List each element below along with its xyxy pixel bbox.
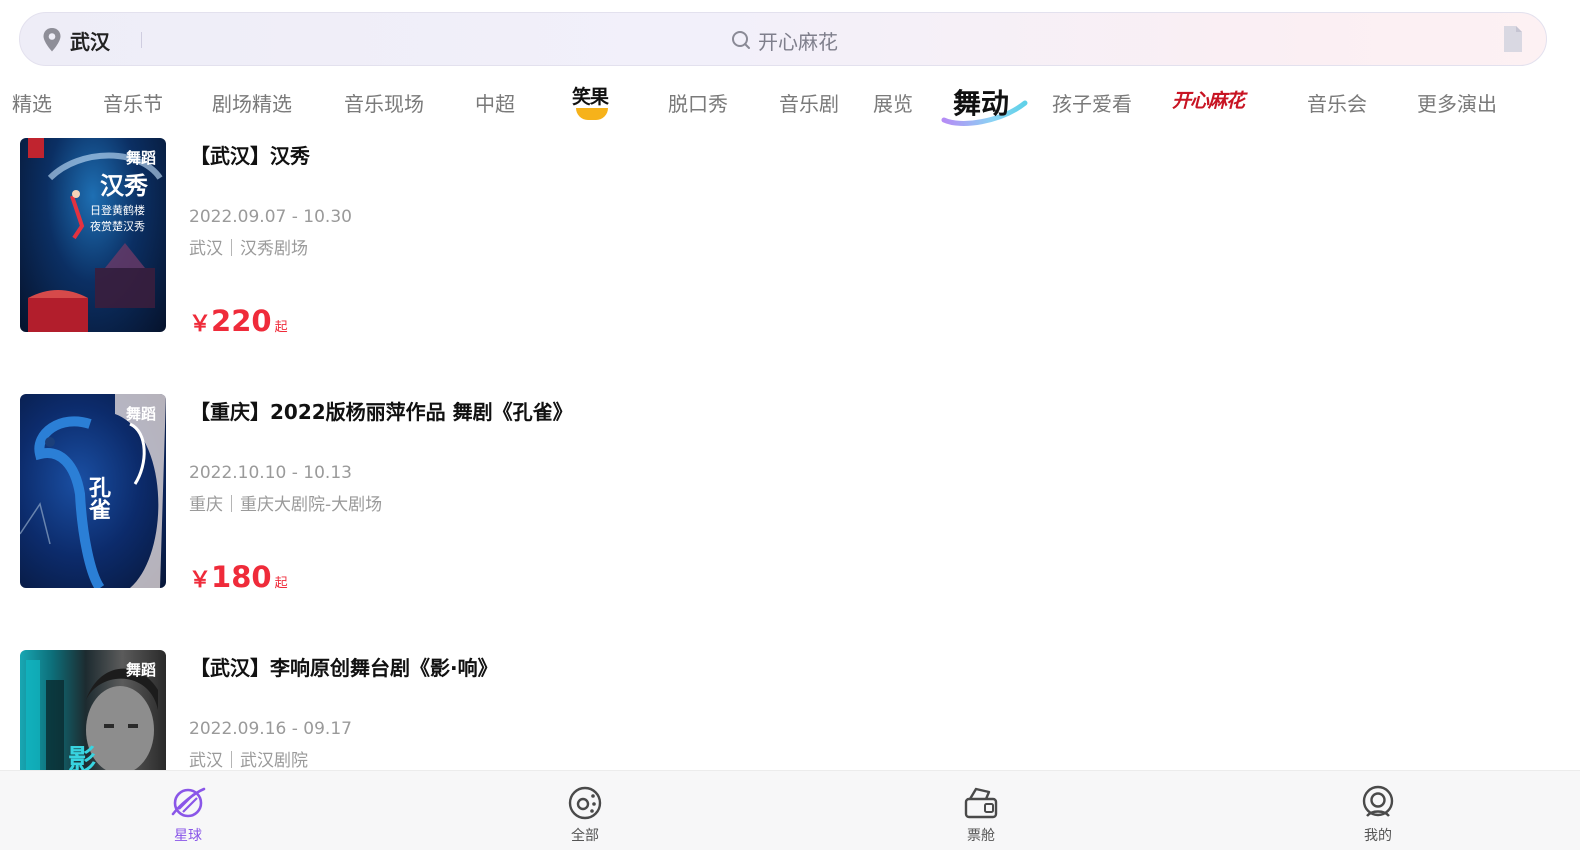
poster-title: 孔雀	[85, 476, 111, 520]
tab-more-shows[interactable]: 更多演出	[1417, 88, 1497, 117]
poster-title: 汉秀	[100, 171, 148, 200]
nav-ticket-box[interactable]: 票舱	[941, 783, 1021, 845]
tab-selected[interactable]: 精选	[12, 88, 52, 117]
tab-xiaoguo-logo[interactable]: 笑果	[572, 82, 614, 122]
event-title: 【武汉】汉秀	[190, 144, 310, 168]
bottom-nav: 星球 全部 票舱 我的	[0, 770, 1580, 850]
event-title: 【重庆】2022版杨丽萍作品 舞剧《孔雀》	[190, 400, 573, 424]
price-value: 180	[211, 560, 272, 594]
location-pin-icon	[43, 28, 61, 52]
nav-planet[interactable]: 星球	[148, 783, 228, 845]
event-venue: 武汉｜武汉剧院	[189, 751, 308, 770]
category-tabs: 精选 音乐节 剧场精选 音乐现场 中超 笑果 脱口秀 音乐剧 展览 舞动 孩子爱…	[0, 74, 1580, 130]
tab-theater[interactable]: 剧场精选	[212, 88, 292, 117]
list-item[interactable]: 舞蹈 汉秀 日登黄鹤楼 夜赏楚汉秀 【武汉】汉秀 2022.09.07 - 10…	[20, 130, 1560, 370]
category-tag: 舞蹈	[125, 149, 156, 167]
poster-title: 影	[68, 743, 97, 770]
ticket-box-icon	[964, 787, 998, 819]
tab-kaixin-logo[interactable]: 开心麻花	[1172, 86, 1245, 113]
xiaoguo-logo-text: 笑果	[572, 86, 609, 108]
xiaoguo-smile-icon	[576, 108, 608, 120]
nav-label: 星球	[174, 828, 202, 844]
event-date: 2022.09.07 - 10.30	[189, 207, 352, 227]
event-date: 2022.10.10 - 10.13	[189, 463, 352, 483]
nav-label: 全部	[571, 828, 599, 844]
search-icon	[732, 31, 750, 49]
event-venue: 武汉｜汉秀剧场	[189, 239, 308, 259]
search-input[interactable]: 开心麻花	[730, 25, 838, 55]
nav-profile[interactable]: 我的	[1338, 783, 1418, 845]
event-poster: 舞蹈 汉秀 日登黄鹤楼 夜赏楚汉秀	[20, 138, 166, 332]
price-value: 220	[211, 304, 272, 338]
nav-label: 我的	[1364, 828, 1392, 844]
category-tag: 舞蹈	[125, 661, 156, 679]
profile-icon	[1362, 785, 1394, 817]
price-suffix: 起	[274, 576, 288, 591]
search-bar[interactable]: 武汉 开心麻花	[19, 12, 1547, 66]
event-title: 【武汉】李响原创舞台剧《影·响》	[190, 656, 498, 680]
tab-music-festival[interactable]: 音乐节	[103, 88, 163, 117]
event-poster: 舞蹈 孔雀	[20, 394, 166, 588]
tab-live-music[interactable]: 音乐现场	[344, 88, 424, 117]
document-icon[interactable]	[1502, 25, 1524, 53]
location-selector[interactable]: 武汉	[42, 26, 110, 54]
price-symbol: ￥	[189, 312, 212, 337]
planet-icon	[171, 787, 206, 818]
tab-exhibition[interactable]: 展览	[873, 88, 913, 117]
divider	[141, 32, 142, 48]
event-list: 舞蹈 汉秀 日登黄鹤楼 夜赏楚汉秀 【武汉】汉秀 2022.09.07 - 10…	[0, 130, 1580, 770]
list-item[interactable]: 舞蹈 孔雀 【重庆】2022版杨丽萍作品 舞剧《孔雀》 2022.10.10 -…	[20, 386, 1560, 626]
search-placeholder: 开心麻花	[758, 29, 838, 54]
wudong-logo-text: 舞动	[953, 87, 1010, 120]
poster-caption: 日登黄鹤楼	[90, 204, 145, 217]
tab-musical[interactable]: 音乐剧	[779, 88, 839, 117]
event-price: ￥ 220 起	[189, 304, 288, 338]
nav-all[interactable]: 全部	[545, 783, 625, 845]
nav-label: 票舱	[967, 828, 995, 844]
tab-concert[interactable]: 音乐会	[1307, 88, 1367, 117]
tab-standup[interactable]: 脱口秀	[668, 88, 728, 117]
disc-icon	[568, 786, 602, 820]
event-date: 2022.09.16 - 09.17	[189, 719, 352, 739]
event-poster: 舞蹈 影	[20, 650, 166, 770]
poster-caption: 夜赏楚汉秀	[90, 220, 145, 233]
price-symbol: ￥	[189, 568, 212, 593]
tab-wudong-active[interactable]: 舞动	[941, 80, 1029, 128]
price-suffix: 起	[274, 320, 288, 335]
event-venue: 重庆｜重庆大剧院-大剧场	[189, 495, 383, 515]
location-label: 武汉	[70, 29, 110, 54]
list-item[interactable]: 舞蹈 影 【武汉】李响原创舞台剧《影·响》 2022.09.16 - 09.17…	[20, 642, 1560, 770]
category-tag: 舞蹈	[125, 405, 156, 423]
event-price: ￥ 180 起	[189, 560, 288, 594]
tab-csl[interactable]: 中超	[475, 88, 515, 117]
tab-kids[interactable]: 孩子爱看	[1052, 88, 1132, 117]
